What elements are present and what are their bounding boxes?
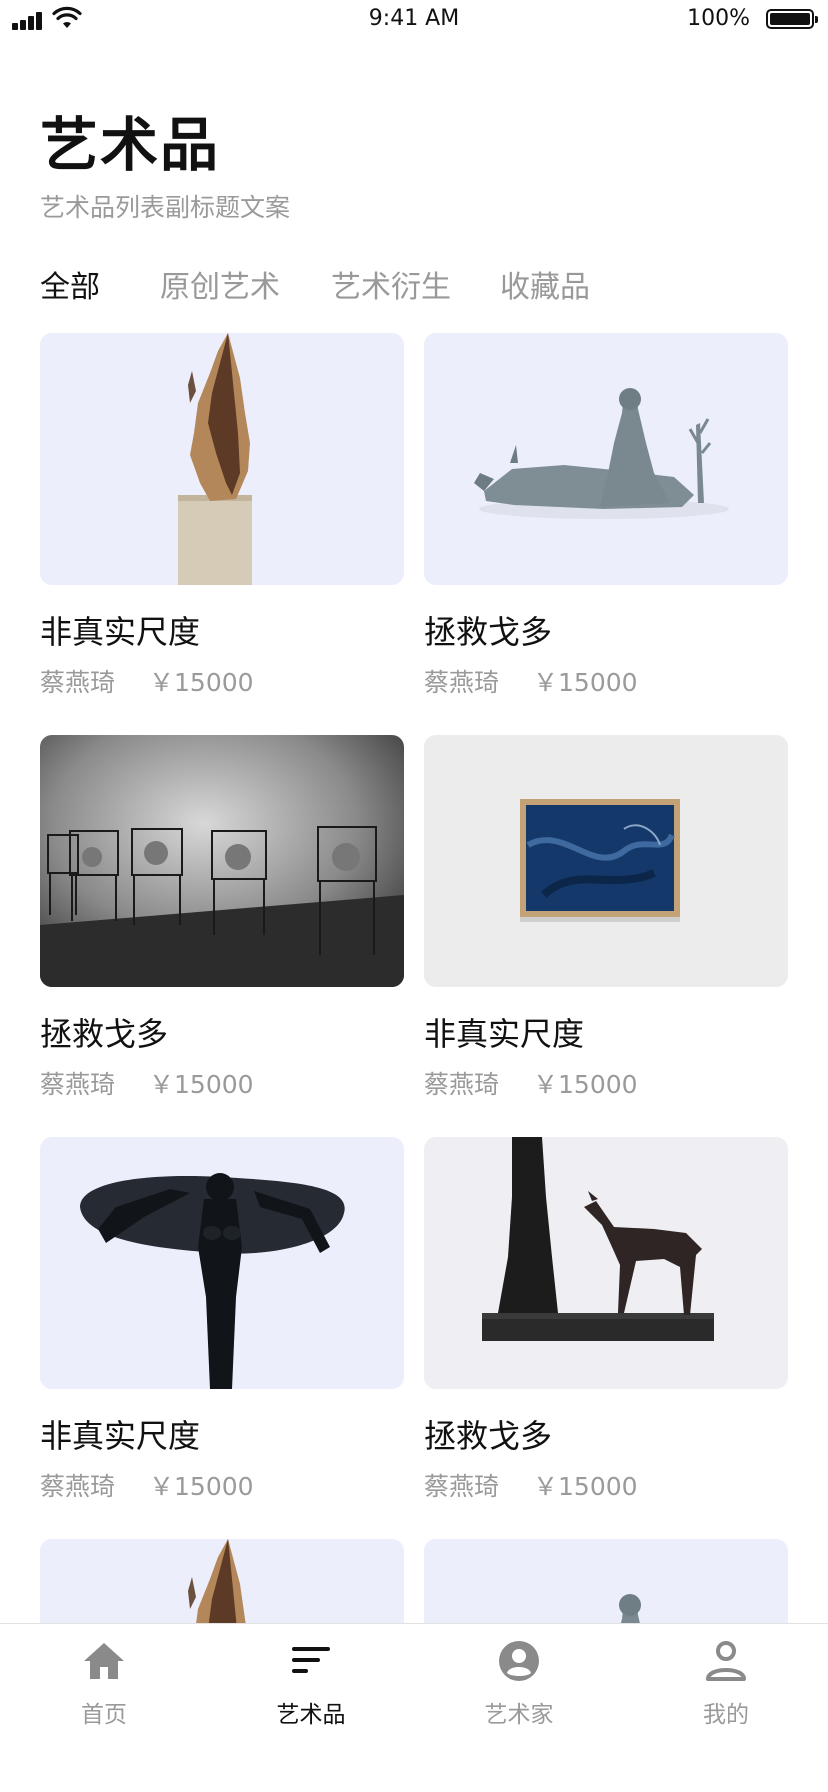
artwork-card[interactable]: 非真实尺度 蔡燕琦 ￥15000 [40,333,404,697]
artwork-card[interactable]: 非真实尺度 蔡燕琦 ￥15000 [424,735,788,1099]
artwork-price: ￥15000 [149,1472,254,1501]
artwork-meta: 蔡燕琦 ￥15000 [424,1065,638,1101]
artwork-meta: 蔡燕琦 ￥15000 [40,1467,254,1503]
tabbar-label: 艺术品 [276,1702,346,1728]
artist-avatar-icon [499,1641,539,1681]
artist-name: 蔡燕琦 [424,1472,500,1501]
person-icon [706,1641,746,1681]
tabbar-home[interactable]: 首页 [44,1639,164,1739]
artwork-image-figure-with-ox [424,333,788,585]
artwork-image-figure-with-ox [424,1539,788,1623]
artwork-card[interactable] [424,1539,788,1623]
artwork-image-wood-sculpture [40,333,404,585]
artwork-meta: 蔡燕琦 ￥15000 [40,663,254,699]
tabbar-label: 艺术家 [484,1702,554,1728]
artwork-card[interactable]: 拯救戈多 蔡燕琦 ￥15000 [424,1137,788,1501]
artwork-image-wood-sculpture [40,1539,404,1623]
artwork-card[interactable]: 拯救戈多 蔡燕琦 ￥15000 [40,735,404,1099]
artwork-grid: 非真实尺度 蔡燕琦 ￥15000 拯救戈多 蔡燕琦 ￥15000 拯救戈多 蔡燕… [40,333,788,1623]
artwork-image-framed-blue-painting [424,735,788,987]
tabbar-label: 我的 [703,1702,749,1728]
artwork-card[interactable]: 非真实尺度 蔡燕琦 ￥15000 [40,1137,404,1501]
bottom-tab-bar: 首页 艺术品 艺术家 我的 [0,1623,828,1792]
artist-name: 蔡燕琦 [424,1070,500,1099]
artwork-meta: 蔡燕琦 ￥15000 [424,663,638,699]
tab-all[interactable]: 全部 [40,262,100,306]
tab-collectibles[interactable]: 收藏品 [500,262,590,306]
artwork-title: 非真实尺度 [40,613,201,651]
artwork-meta: 蔡燕琦 ￥15000 [424,1467,638,1503]
artist-name: 蔡燕琦 [40,1472,116,1501]
tabbar-artworks[interactable]: 艺术品 [251,1639,371,1739]
battery-percent: 100% [687,6,750,31]
list-icon [292,1647,330,1673]
artwork-price: ￥15000 [149,1070,254,1099]
tabbar-artists[interactable]: 艺术家 [459,1639,579,1739]
tab-art-derivatives[interactable]: 艺术衍生 [331,262,451,306]
artwork-title: 非真实尺度 [40,1417,201,1455]
artwork-price: ￥15000 [533,668,638,697]
page-title: 艺术品 [40,111,221,179]
artwork-title: 拯救戈多 [424,1417,553,1455]
battery-icon [766,9,818,29]
artwork-price: ￥15000 [533,1472,638,1501]
artist-name: 蔡燕琦 [424,668,500,697]
artwork-image-bronze-female-figure [40,1137,404,1389]
status-bar: 9:41 AM 100% [0,0,828,40]
tabbar-profile[interactable]: 我的 [666,1639,786,1739]
artwork-image-horse-and-tree [424,1137,788,1389]
artwork-card[interactable] [40,1539,404,1623]
artwork-title: 拯救戈多 [40,1015,169,1053]
artwork-title: 拯救戈多 [424,613,553,651]
tabbar-label: 首页 [81,1702,127,1728]
tab-original-art[interactable]: 原创艺术 [160,262,280,306]
artwork-title: 非真实尺度 [424,1015,585,1053]
artwork-price: ￥15000 [149,668,254,697]
page-subtitle: 艺术品列表副标题文案 [40,193,291,222]
artwork-price: ￥15000 [533,1070,638,1099]
artist-name: 蔡燕琦 [40,668,116,697]
artist-name: 蔡燕琦 [40,1070,116,1099]
artwork-image-gallery-glass-cases [40,735,404,987]
artwork-card[interactable]: 拯救戈多 蔡燕琦 ￥15000 [424,333,788,697]
home-icon [84,1643,124,1679]
artwork-meta: 蔡燕琦 ￥15000 [40,1065,254,1101]
